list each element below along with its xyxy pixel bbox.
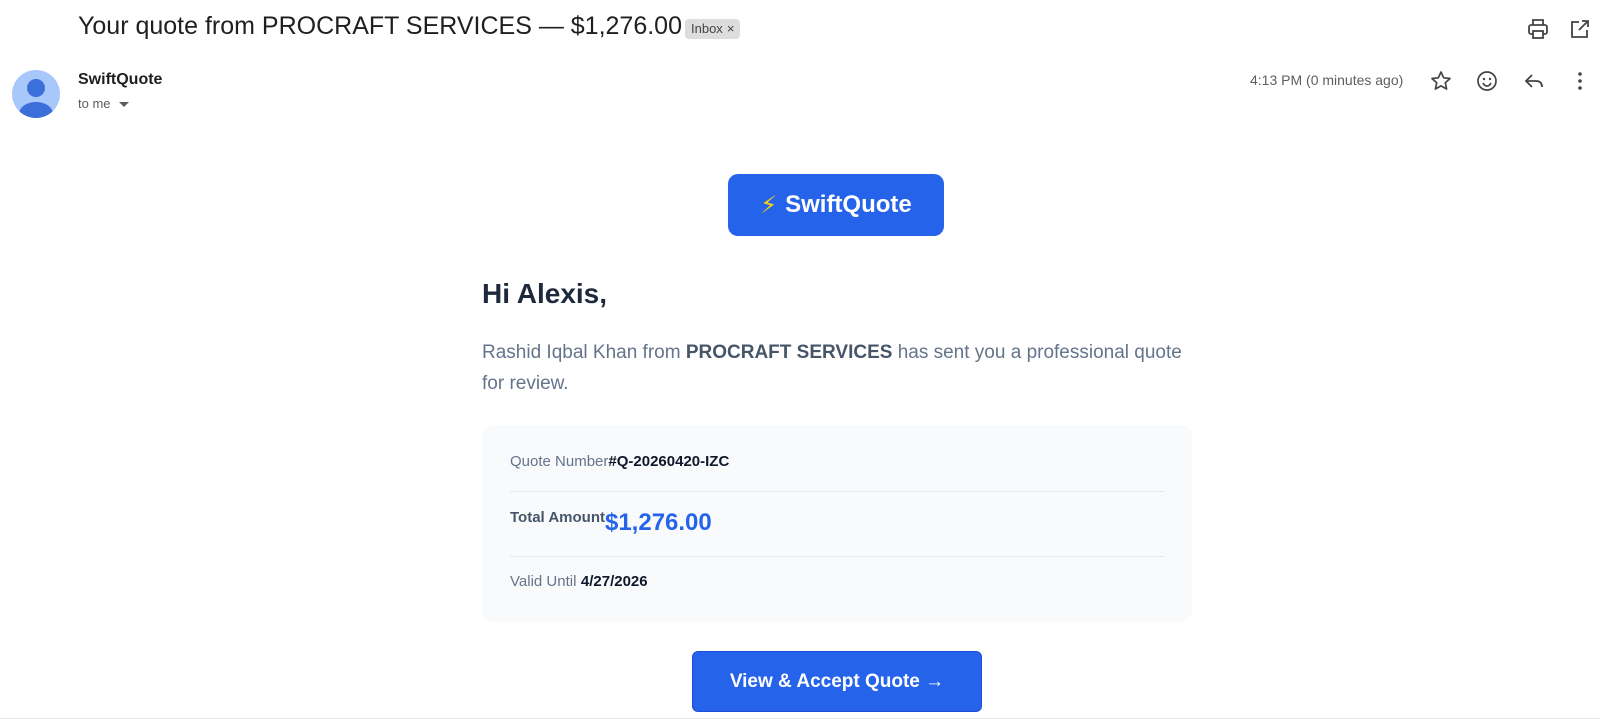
valid-until-row: Valid Until 4/27/2026 [510,573,1164,591]
emoji-reaction-icon[interactable] [1475,69,1499,93]
quote-number-label: Quote Number [510,453,609,470]
intro-prefix: Rashid Iqbal Khan from [482,342,686,363]
lightning-bolt-icon: ⚡ [760,191,778,219]
sender-name[interactable]: SwiftQuote [78,71,162,89]
more-vertical-icon[interactable] [1568,69,1592,93]
quote-number-value: #Q-20260420-IZC [608,453,730,470]
recipient-details-toggle[interactable]: to me [78,96,129,111]
print-icon[interactable] [1526,17,1550,41]
reply-icon[interactable] [1522,69,1546,93]
greeting-heading: Hi Alexis, [482,278,608,309]
recipient-text: to me [78,96,111,111]
divider [510,491,1164,492]
quote-summary-card: Quote Number#Q-20260420-IZC Total Amount… [482,425,1192,622]
star-icon[interactable] [1429,69,1453,93]
inbox-label-chip[interactable]: Inbox × [685,19,741,39]
open-in-new-window-icon[interactable] [1568,17,1592,41]
email-timestamp: 4:13 PM (0 minutes ago) [1250,72,1404,88]
view-accept-quote-button[interactable]: View & Accept Quote → [692,651,982,712]
valid-until-value: 4/27/2026 [580,573,648,590]
valid-until-label: Valid Until [510,573,577,590]
remove-label-icon[interactable]: × [727,21,735,36]
divider [0,718,1600,719]
total-amount-label: Total Amount [510,509,605,526]
total-amount-row: Total Amount$1,276.00 [510,509,1164,537]
brand-name: SwiftQuote [785,191,912,218]
total-amount-value: $1,276.00 [604,509,712,536]
email-subject: Your quote from PROCRAFT SERVICES — $1,2… [78,12,682,40]
quote-number-row: Quote Number#Q-20260420-IZC [510,453,1164,471]
sender-avatar[interactable] [12,70,60,118]
divider [510,556,1164,557]
email-header: Your quote from PROCRAFT SERVICES — $1,2… [0,0,1600,60]
inbox-label-text: Inbox [691,21,723,36]
intro-company: PROCRAFT SERVICES [685,342,893,363]
swiftquote-brand-banner: ⚡ SwiftQuote [728,174,944,236]
intro-paragraph: Rashid Iqbal Khan from PROCRAFT SERVICES… [482,337,1202,399]
chevron-down-icon [118,102,129,108]
person-avatar-icon [19,79,53,118]
